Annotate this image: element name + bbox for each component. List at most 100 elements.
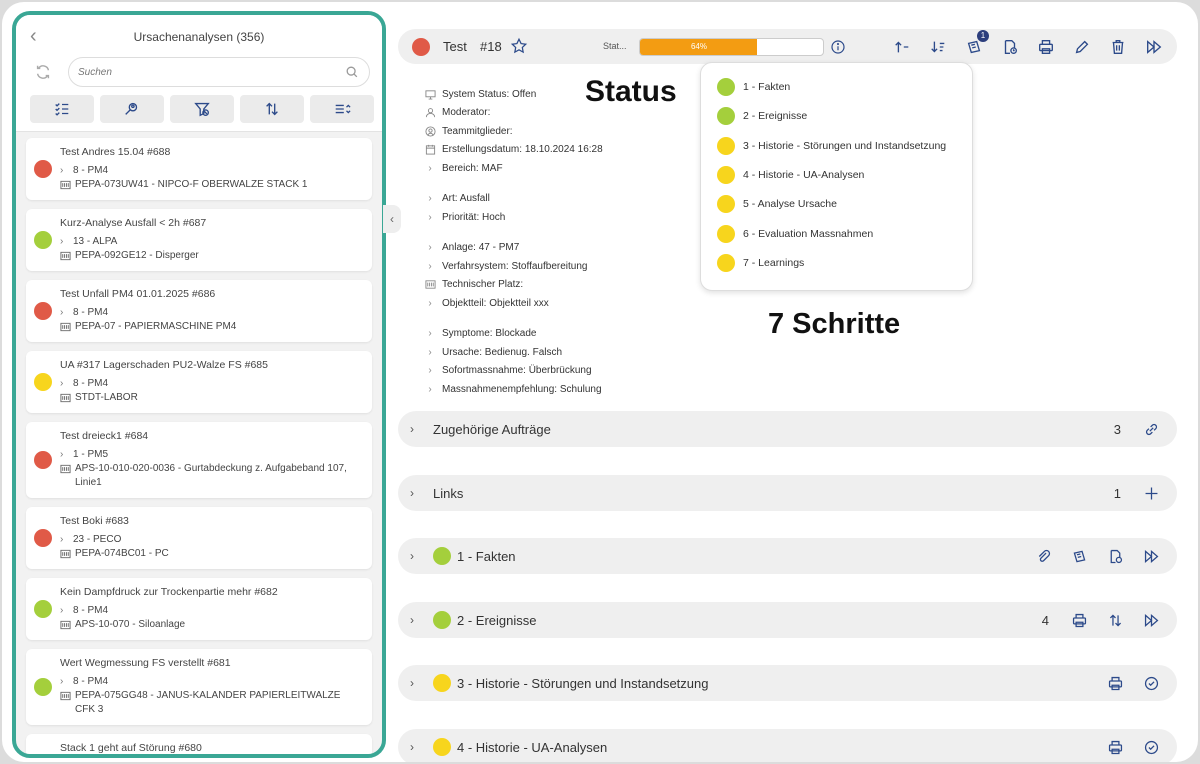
detail-sofortmassnahme[interactable]: › Sofortmassnahme: Überbrückung	[424, 362, 724, 381]
report-history-button[interactable]	[999, 36, 1021, 58]
section-5[interactable]: › 3 - Historie - Störungen und Instandset…	[398, 665, 1177, 701]
filter-clear-button[interactable]	[170, 95, 234, 123]
detail-technischer-platz[interactable]: Technischer Platz:	[424, 276, 724, 295]
list-item[interactable]: Test Boki #683 › 23 - PECO PEPA-074BC01 - P…	[26, 507, 372, 569]
detail-ursache[interactable]: › Ursache: Bedienug. Falsch	[424, 343, 724, 362]
detail-verfahren[interactable]: › Verfahrsystem: Stoffaufbereitung	[424, 257, 724, 276]
chevron-right-icon: ›	[60, 449, 64, 460]
list-item-area: › 8 - PM4	[60, 377, 362, 391]
chevron-right-icon: ›	[428, 383, 432, 395]
section-actions	[1069, 609, 1161, 631]
check-circle-button[interactable]	[1141, 736, 1161, 758]
app-window: ‹ Ursachenanalysen (356) Suchen Test And…	[2, 2, 1198, 762]
report-history-button[interactable]	[1105, 545, 1125, 567]
step-status-dot	[717, 253, 735, 272]
progress-bar[interactable]: 64%	[639, 38, 824, 56]
section-3[interactable]: › 1 - Fakten	[398, 538, 1177, 574]
barcode-icon	[60, 393, 71, 403]
step-item[interactable]: 1 - Fakten	[717, 77, 790, 97]
plus-button[interactable]	[1141, 482, 1161, 504]
detail-anlage[interactable]: › Anlage: 47 - PM7	[424, 239, 724, 258]
step-item[interactable]: 7 - Learnings	[717, 253, 804, 273]
detail-bereich[interactable]: › Bereich: MAF	[424, 159, 724, 178]
fast-forward-button[interactable]	[1141, 609, 1161, 631]
print-button[interactable]	[1035, 36, 1057, 58]
section-1[interactable]: › Zugehörige Aufträge 3	[398, 411, 1177, 447]
printer-button[interactable]	[1105, 672, 1125, 694]
fast-forward-button[interactable]	[1141, 545, 1161, 567]
list-item-area-text: 8 - PM4	[73, 605, 109, 616]
sort-button[interactable]	[1105, 609, 1125, 631]
report-history-icon	[1110, 549, 1122, 563]
barcode-icon	[60, 180, 71, 190]
list-item[interactable]: Wert Wegmessung FS verstellt #681 › 8 - PM…	[26, 649, 372, 725]
sort-ascending-button[interactable]	[891, 36, 913, 58]
chevron-right-icon: ›	[60, 605, 64, 616]
list-item[interactable]: UA #317 Lagerschaden PU2-Walze FS #685 › 8…	[26, 351, 372, 413]
info-icon[interactable]	[830, 39, 846, 55]
list-item[interactable]: Stack 1 geht auf Störung #680›8 - PM4PEP…	[26, 734, 372, 754]
section-6[interactable]: › 4 - Historie - UA-Analysen	[398, 729, 1177, 762]
checklist-button[interactable]	[30, 95, 94, 123]
technischer-platz-text: Technischer Platz:	[442, 279, 524, 291]
step-label: 3 - Historie - Störungen und Instandsetz…	[743, 139, 947, 152]
list-item[interactable]: Test Andres 15.04 #688 › 8 - PM4 PEPA-073UW…	[26, 138, 372, 200]
list-item-area-text: 8 - PM4	[73, 378, 109, 389]
paperclip-button[interactable]	[1033, 545, 1053, 567]
list-item-title: UA #317 Lagerschaden PU2-Walze FS #685	[60, 359, 268, 371]
step-item[interactable]: 4 - Historie - UA-Analysen	[717, 165, 864, 185]
delete-button[interactable]	[1107, 36, 1129, 58]
analysis-list-panel: ‹ Ursachenanalysen (356) Suchen Test And…	[12, 11, 386, 758]
step-status-dot	[717, 165, 735, 184]
clipboard-notes-button[interactable]: 1	[963, 30, 989, 58]
collapse-panel-button[interactable]: ‹	[383, 205, 401, 233]
analysis-number: #18	[480, 39, 502, 54]
list-item[interactable]: Kurz-Analyse Ausfall < 2h #687 › 13 - ALPA…	[26, 209, 372, 271]
clipboard-notes-button[interactable]	[1069, 545, 1089, 567]
step-item[interactable]: 3 - Historie - Störungen und Instandsetz…	[717, 136, 946, 156]
detail-massnahmenempfehlung[interactable]: › Massnahmenempfehlung: Schulung	[424, 380, 724, 399]
search-icon[interactable]	[345, 65, 359, 79]
section-4[interactable]: › 2 - Ereignisse 4	[398, 602, 1177, 638]
section-actions	[1105, 736, 1161, 758]
printer-button[interactable]	[1105, 736, 1125, 758]
list-item-area-text: 8 - PM4	[73, 676, 109, 687]
section-2[interactable]: › Links 1	[398, 475, 1177, 511]
sort-descending-button[interactable]	[927, 36, 949, 58]
list-sort-button[interactable]	[310, 95, 374, 123]
step-label: 5 - Analyse Ursache	[743, 198, 837, 211]
star-icon[interactable]	[510, 37, 528, 55]
detail-prioritaet[interactable]: › Priorität: Hoch	[424, 208, 724, 227]
step-item[interactable]: 6 - Evaluation Massnahmen	[717, 224, 873, 244]
created-text: Erstellungsdatum: 18.10.2024 16:28	[442, 144, 603, 156]
chevron-right-icon: ›	[410, 422, 414, 436]
link-button[interactable]	[1141, 418, 1161, 440]
list-item-area-text: 8 - PM4	[73, 165, 109, 176]
list-item-object-text: PEPA-07 - PAPIERMASCHINE PM4	[75, 321, 237, 332]
detail-objektteil[interactable]: › Objektteil: Objektteil xxx	[424, 294, 724, 313]
refresh-icon[interactable]	[34, 63, 52, 81]
list-item[interactable]: Test dreieck1 #684 › 1 - PM5 APS-10-010-020…	[26, 422, 372, 498]
detail-art[interactable]: › Art: Ausfall	[424, 190, 724, 209]
chevron-right-icon: ›	[60, 676, 64, 687]
forward-button[interactable]	[1143, 36, 1165, 58]
step-item[interactable]: 5 - Analyse Ursache	[717, 194, 837, 214]
step-item[interactable]: 2 - Ereignisse	[717, 106, 807, 126]
search-input[interactable]: Suchen	[68, 57, 370, 87]
sofortmassnahme-text: Sofortmassnahme: Überbrückung	[442, 365, 592, 377]
step-status-dot	[717, 78, 735, 96]
list-item[interactable]: Test Unfall PM4 01.01.2025 #686 › 8 - PM4 P…	[26, 280, 372, 342]
list-item-title: Stack 1 geht auf Störung #680	[60, 742, 202, 754]
user-search-button[interactable]	[100, 95, 164, 123]
sort-button[interactable]	[240, 95, 304, 123]
check-circle-button[interactable]	[1141, 672, 1161, 694]
filter-toolbar	[30, 95, 374, 123]
list-item-object-text: PEPA-075GG48 - JANUS-KALANDER PAPIERLEIT…	[75, 690, 341, 715]
person-icon	[424, 107, 436, 119]
list-item-object: STDT-LABOR	[60, 391, 362, 405]
edit-button[interactable]	[1071, 36, 1093, 58]
printer-button[interactable]	[1069, 609, 1089, 631]
report-history-icon	[1004, 40, 1017, 54]
list-item[interactable]: Kein Dampfdruck zur Trockenpartie mehr #…	[26, 578, 372, 640]
detail-symptome[interactable]: › Symptome: Blockade	[424, 325, 724, 344]
